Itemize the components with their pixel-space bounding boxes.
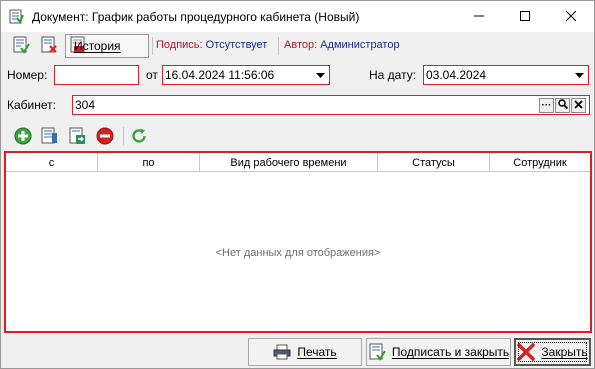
cabinet-label: Кабинет: [7,98,56,112]
signature-key: Подпись: [156,39,203,51]
refresh-button[interactable] [128,125,150,149]
add-row-button[interactable] [12,125,34,149]
ellipsis-icon: ··· [541,99,552,111]
edit-row-button[interactable] [38,125,60,149]
close-x-icon [517,343,536,361]
sign-document-icon [368,343,386,361]
for-date-field[interactable]: 03.04.2024 [423,65,589,85]
maximize-button[interactable] [502,1,548,32]
unsign-document-button[interactable] [38,34,60,58]
from-label: от [146,68,158,82]
toolbar-divider [278,37,279,55]
column-header-to[interactable]: по [98,153,200,172]
number-label: Номер: [7,68,48,82]
cabinet-field[interactable]: 304 ··· [72,95,590,115]
author-key: Автор: [284,39,318,51]
title-bar: Документ: График работы процедурного каб… [1,1,594,32]
document-window: Документ: График работы процедурного каб… [0,0,595,369]
clear-x-icon [574,99,583,112]
close-icon [565,10,577,24]
save-row-button[interactable] [66,125,88,149]
close-button[interactable]: Закрыть [514,338,591,366]
toolbar-divider [123,127,124,145]
column-header-work-time-type[interactable]: Вид рабочего времени [200,153,378,172]
grid-toolbar [2,123,593,149]
from-datetime-dropdown[interactable] [312,67,328,83]
cabinet-select-button[interactable]: ··· [539,98,554,113]
sign-and-close-button[interactable]: Подписать и закрыть [366,338,511,366]
printer-icon [273,344,291,360]
column-header-from[interactable]: с [6,153,98,172]
signature-status: Подпись: Отсутствует [156,39,267,51]
signature-value: Отсутствует [205,39,268,51]
app-document-icon [9,9,24,24]
author-value: Администратор [320,39,400,51]
author-status: Автор: Администратор [284,39,400,51]
unsign-document-icon [40,36,58,57]
add-icon [14,127,32,148]
sign-document-icon [12,36,30,57]
print-button[interactable]: Печать [248,338,362,366]
number-field[interactable] [54,65,139,85]
sign-and-close-label: Подписать и закрыть [391,345,510,359]
from-datetime-value: 16.04.2024 11:56:06 [165,68,275,82]
search-icon [557,99,568,112]
schedule-grid[interactable]: с по Вид рабочего времени Статусы Сотруд… [4,151,592,333]
column-header-employee[interactable]: Сотрудник [490,153,590,172]
history-button[interactable]: История [65,34,149,58]
column-header-statuses[interactable]: Статусы [378,153,490,172]
minimize-button[interactable] [456,1,502,32]
close-window-button[interactable] [548,1,594,32]
grid-header: с по Вид рабочего времени Статусы Сотруд… [6,153,590,172]
sign-document-button[interactable] [10,34,32,58]
history-label: История [74,39,121,53]
document-toolbar: История Подпись: Отсутствует Автор: Адми… [2,32,593,60]
print-label: Печать [297,345,337,359]
cabinet-search-button[interactable] [555,98,570,113]
maximize-icon [520,10,530,24]
toolbar-divider [152,37,153,55]
close-label: Закрыть [541,345,588,359]
cabinet-value: 304 [75,98,96,112]
from-datetime-field[interactable]: 16.04.2024 11:56:06 [162,65,330,85]
for-date-value: 03.04.2024 [426,68,487,82]
window-title: Документ: График работы процедурного каб… [32,10,360,24]
chevron-down-icon [574,68,584,82]
cabinet-clear-button[interactable] [571,98,586,113]
grid-empty-message: <Нет данных для отображения> [215,247,381,259]
minimize-icon [474,10,484,24]
for-date-label: На дату: [369,68,417,82]
edit-document-icon [40,127,58,148]
save-icon [68,127,86,148]
for-date-dropdown[interactable] [571,67,587,83]
chevron-down-icon [315,68,325,82]
refresh-icon [130,127,148,148]
delete-row-button[interactable] [94,125,116,149]
delete-icon [96,127,114,148]
